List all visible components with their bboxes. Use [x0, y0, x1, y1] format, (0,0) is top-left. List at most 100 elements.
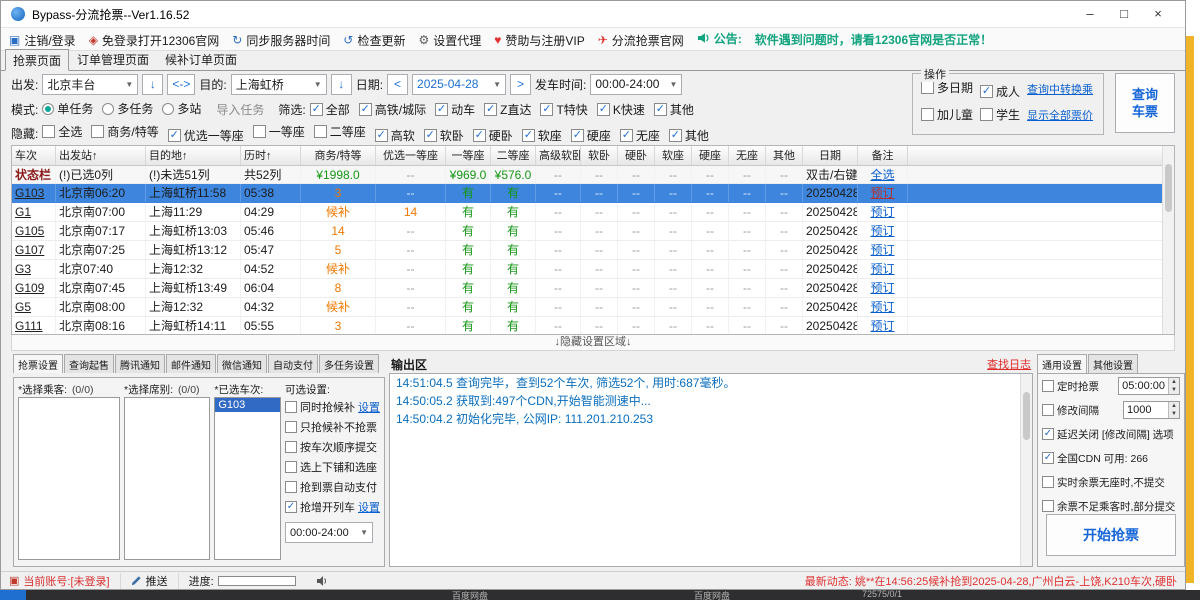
toolbar-item-logout-login[interactable]: ▣注销/登录 — [9, 32, 76, 49]
date-prev-button[interactable]: < — [387, 74, 408, 95]
option-row-2[interactable]: 按车次顺序提交 — [285, 437, 380, 457]
hide-check-4[interactable]: 二等座 — [314, 123, 366, 140]
column-header-6[interactable]: 一等座 — [446, 146, 491, 165]
left-panel-tab-3[interactable]: 邮件通知 — [166, 354, 216, 373]
hide-check-2[interactable]: ✓优选一等座 — [168, 127, 244, 144]
show-all-prices-link[interactable]: 显示全部票价 — [1027, 107, 1093, 123]
main-tab-0[interactable]: 抢票页面 — [5, 49, 69, 71]
column-header-8[interactable]: 高级软卧 — [536, 146, 581, 165]
right-panel-tab-0[interactable]: 通用设置 — [1037, 354, 1087, 373]
hide-check-0[interactable]: 全选 — [42, 123, 82, 140]
right-panel-tab-1[interactable]: 其他设置 — [1088, 354, 1138, 373]
setting-row-0[interactable]: 定时抢票05:00:00▲▼ — [1038, 374, 1184, 398]
select-all-link[interactable]: 全选 — [858, 166, 908, 183]
table-row[interactable]: G5北京南08:00上海12:3204:32候补--有有------------… — [12, 298, 1174, 317]
toolbar-item-check-update[interactable]: ↺检查更新 — [343, 32, 405, 49]
hide-check-10[interactable]: ✓无座 — [620, 127, 660, 144]
option-row-1[interactable]: 只抢候补不抢票 — [285, 417, 380, 437]
train-list-item[interactable]: G103 — [215, 398, 280, 412]
close-button[interactable]: × — [1141, 2, 1175, 26]
spin-up-icon[interactable]: ▲ — [1169, 402, 1179, 410]
from-dropdown-button[interactable]: ↓ — [142, 74, 163, 95]
book-link[interactable]: 预订 — [858, 260, 908, 278]
table-row[interactable]: G3北京07:40上海12:3204:52候补--有有-------------… — [12, 260, 1174, 279]
scrollbar-thumb[interactable] — [1023, 392, 1030, 440]
spinner[interactable]: 1000▲▼ — [1123, 401, 1180, 419]
start-grab-button[interactable]: 开始抢票 — [1046, 514, 1176, 556]
column-header-13[interactable]: 无座 — [729, 146, 766, 165]
table-row[interactable]: G111北京南08:16上海虹桥14:1105:553--有有---------… — [12, 317, 1174, 335]
spinner[interactable]: 05:00:00▲▼ — [1118, 377, 1180, 395]
filter-check-0[interactable]: ✓全部 — [310, 101, 350, 118]
left-panel-tab-0[interactable]: 抢票设置 — [13, 354, 63, 373]
settings-link[interactable]: 设置 — [358, 499, 380, 515]
column-header-4[interactable]: 商务/特等 — [301, 146, 376, 165]
scrollbar-thumb[interactable] — [1165, 164, 1172, 212]
column-header-7[interactable]: 二等座 — [491, 146, 536, 165]
date-next-button[interactable]: > — [510, 74, 531, 95]
maximize-button[interactable]: □ — [1107, 2, 1141, 26]
main-tab-2[interactable]: 候补订单页面 — [157, 48, 245, 70]
table-scrollbar[interactable] — [1162, 146, 1174, 334]
swap-stations-button[interactable]: <-> — [167, 74, 195, 95]
date-select[interactable]: 2025-04-28 ▼ — [412, 74, 506, 95]
column-header-3[interactable]: 历时↑ — [241, 146, 301, 165]
left-panel-tab-5[interactable]: 自动支付 — [268, 354, 318, 373]
transfer-query-link[interactable]: 查询中转换乘 — [1027, 81, 1093, 97]
table-row[interactable]: G107北京南07:25上海虹桥13:1205:475--有有---------… — [12, 241, 1174, 260]
column-header-16[interactable]: 备注 — [858, 146, 908, 165]
column-header-0[interactable]: 车次 — [12, 146, 56, 165]
column-header-9[interactable]: 软卧 — [581, 146, 618, 165]
query-tickets-button[interactable]: 查询 车票 — [1115, 73, 1175, 133]
filter-check-4[interactable]: ✓T特快 — [540, 101, 587, 118]
column-header-5[interactable]: 优选一等座 — [376, 146, 446, 165]
left-panel-tab-2[interactable]: 腾讯通知 — [115, 354, 165, 373]
selected-train-list[interactable]: G103 — [214, 397, 281, 560]
to-dropdown-button[interactable]: ↓ — [331, 74, 352, 95]
toolbar-item-announcement[interactable]: 公告: — [697, 30, 742, 47]
import-task-button[interactable]: 导入任务 — [216, 101, 264, 118]
spin-up-icon[interactable]: ▲ — [1169, 378, 1179, 386]
speaker-icon[interactable] — [316, 575, 328, 587]
setting-row-2[interactable]: ✓延迟关闭 [修改间隔] 选项 — [1038, 422, 1184, 446]
column-header-15[interactable]: 日期 — [803, 146, 858, 165]
left-panel-tab-1[interactable]: 查询起售 — [64, 354, 114, 373]
option-row-0[interactable]: 同时抢候补设置 — [285, 397, 380, 417]
book-link[interactable]: 预订 — [858, 241, 908, 259]
book-link[interactable]: 预订 — [858, 203, 908, 221]
setting-row-4[interactable]: 实时余票无座时,不提交 — [1038, 470, 1184, 494]
output-scrollbar[interactable] — [1020, 374, 1032, 566]
column-header-11[interactable]: 软座 — [655, 146, 692, 165]
depart-time-select[interactable]: 00:00-24:00 ▼ — [590, 74, 682, 95]
to-select[interactable]: 上海虹桥 ▼ — [231, 74, 327, 95]
from-select[interactable]: 北京丰台 ▼ — [42, 74, 138, 95]
filter-check-5[interactable]: ✓K快速 — [597, 101, 645, 118]
spin-down-icon[interactable]: ▼ — [1169, 386, 1179, 394]
filter-check-6[interactable]: ✓其他 — [654, 101, 694, 118]
operation-check-0[interactable]: 加儿童 — [921, 106, 973, 123]
minimize-button[interactable]: – — [1073, 2, 1107, 26]
hide-check-9[interactable]: ✓硬座 — [571, 127, 611, 144]
hide-check-11[interactable]: ✓其他 — [669, 127, 709, 144]
hide-check-3[interactable]: 一等座 — [253, 123, 305, 140]
seat-list[interactable] — [124, 397, 210, 560]
operation-check-1[interactable]: 学生 — [980, 106, 1020, 123]
hidden-settings-toggle[interactable]: ↓隐藏设置区域↓ — [11, 335, 1175, 351]
table-row[interactable]: G1北京南07:00上海11:2904:29候补14有有------------… — [12, 203, 1174, 222]
toolbar-item-official-site[interactable]: ✈分流抢票官网 — [598, 32, 684, 49]
book-link[interactable]: 预订 — [858, 298, 908, 316]
hide-check-1[interactable]: 商务/特等 — [91, 123, 158, 140]
column-header-12[interactable]: 硬座 — [692, 146, 729, 165]
settings-link[interactable]: 设置 — [358, 399, 380, 415]
table-row[interactable]: G103北京南06:20上海虹桥11:5805:383--有有---------… — [12, 184, 1174, 203]
hide-check-8[interactable]: ✓软座 — [522, 127, 562, 144]
column-header-1[interactable]: 出发站↑ — [56, 146, 146, 165]
mode-radio-2[interactable]: 多站 — [162, 100, 201, 117]
option-row-5[interactable]: ✓抢增开列车设置 — [285, 497, 380, 517]
mode-radio-1[interactable]: 多任务 — [102, 100, 153, 117]
filter-check-2[interactable]: ✓动车 — [435, 101, 475, 118]
find-log-link[interactable]: 查找日志 — [987, 356, 1031, 372]
toolbar-item-sponsor-vip[interactable]: ♥赞助与注册VIP — [494, 32, 584, 49]
column-header-2[interactable]: 目的地↑ — [146, 146, 241, 165]
hide-check-6[interactable]: ✓软卧 — [424, 127, 464, 144]
